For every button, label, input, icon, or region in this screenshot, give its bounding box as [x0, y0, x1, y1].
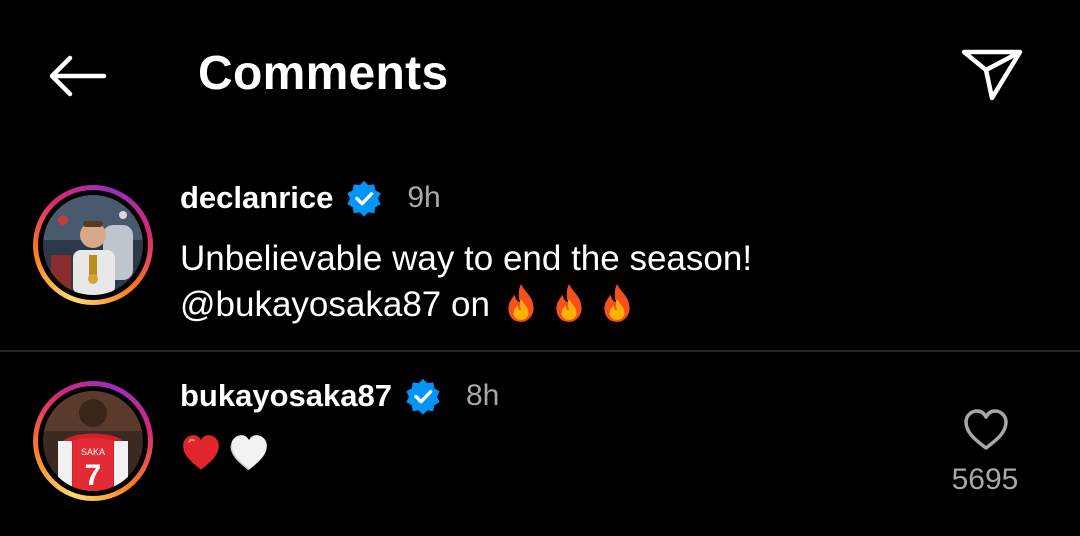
- avatar[interactable]: [43, 195, 143, 295]
- comment-time: 9h: [407, 181, 441, 214]
- comment-time: 8h: [465, 379, 500, 412]
- fire-emoji-icon: [604, 284, 630, 322]
- like-heart-icon[interactable]: [962, 408, 1010, 452]
- verified-badge-icon: [406, 378, 440, 415]
- comment-meta: declanrice 9h: [180, 178, 441, 218]
- fire-emoji-icon: [508, 284, 534, 322]
- username[interactable]: declanrice: [180, 178, 333, 218]
- white-heart-emoji-icon: [230, 435, 267, 471]
- comment-item: declanrice 9h Unbelievable way to end th…: [0, 160, 1080, 350]
- top-bar: Comments: [0, 0, 1080, 150]
- verified-badge-icon: [347, 180, 381, 217]
- fire-emoji-icon: [556, 284, 582, 322]
- mention-link[interactable]: @bukayosaka87 on: [180, 285, 490, 324]
- send-icon[interactable]: [958, 44, 1026, 104]
- comment-item: SAKA 7 bukayosaka87 8h 5695: [0, 352, 1080, 536]
- svg-text:7: 7: [85, 459, 102, 491]
- comment-text: [180, 432, 276, 478]
- comment-text: Unbelievable way to end the season! @buk…: [180, 236, 900, 328]
- username[interactable]: bukayosaka87: [180, 376, 392, 416]
- avatar-story-ring[interactable]: [33, 185, 153, 305]
- comment-text-line: Unbelievable way to end the season!: [180, 239, 753, 278]
- avatar-story-ring[interactable]: SAKA 7: [33, 381, 153, 501]
- like-count: 5695: [951, 463, 1019, 496]
- red-heart-emoji-icon: [183, 435, 219, 470]
- page-title: Comments: [198, 47, 449, 100]
- svg-text:SAKA: SAKA: [81, 447, 105, 457]
- avatar[interactable]: SAKA 7: [43, 391, 143, 491]
- arrow-left-icon[interactable]: [44, 52, 108, 100]
- comment-meta: bukayosaka87 8h: [180, 376, 499, 416]
- comment-text-line-2: @bukayosaka87 on: [180, 282, 900, 328]
